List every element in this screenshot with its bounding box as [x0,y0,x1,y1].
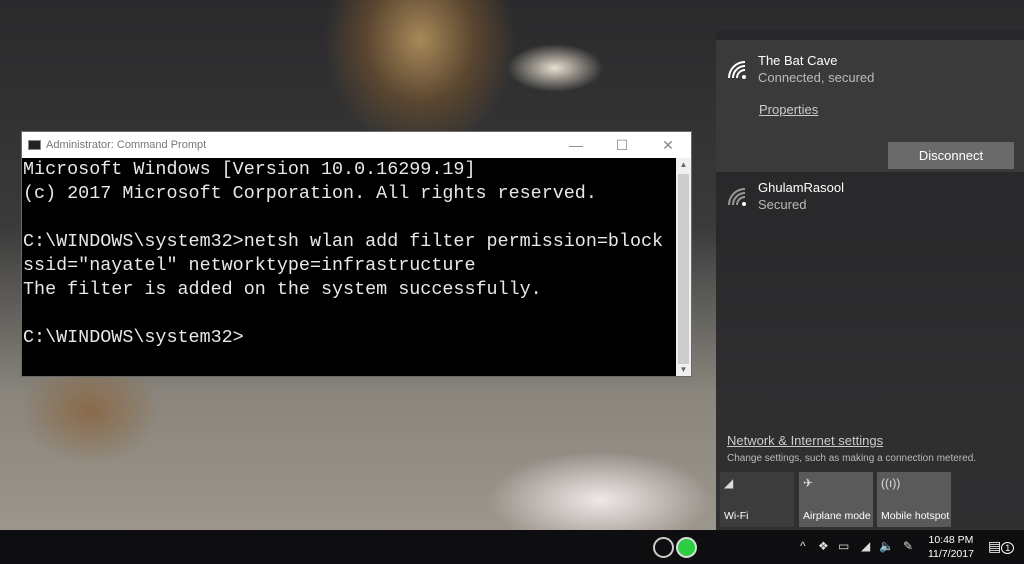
mobile-hotspot-tile[interactable]: ((ı)) Mobile hotspot [877,472,951,527]
timer-icon[interactable] [653,537,674,558]
dropbox-icon[interactable]: ❖ [818,539,829,553]
window-title: Administrator: Command Prompt [46,139,207,151]
close-button[interactable]: ✕ [645,137,691,154]
scroll-down-icon[interactable]: ▼ [676,365,691,374]
date: 11/7/2017 [928,548,974,560]
volume-icon[interactable]: 🔈 [879,539,894,553]
console-output[interactable]: Microsoft Windows [Version 10.0.16299.19… [22,158,676,376]
clock[interactable]: 10:48 PM 11/7/2017 [928,533,974,561]
tile-label: Mobile hotspot [881,510,950,522]
properties-link[interactable]: Properties [759,102,818,117]
scroll-up-icon[interactable]: ▲ [676,160,691,169]
network-item[interactable]: GhulamRasool Secured [726,180,844,212]
minimize-button[interactable]: — [553,137,599,154]
progress-icon[interactable] [676,537,697,558]
network-name: The Bat Cave [758,53,838,68]
command-prompt-window[interactable]: Administrator: Command Prompt — ☐ ✕ Micr… [21,131,692,377]
pen-icon[interactable]: ✎ [903,539,913,553]
console-line: (c) 2017 Microsoft Corporation. All righ… [23,183,597,204]
console-line: The filter is added on the system succes… [23,279,542,300]
time: 10:48 PM [928,534,974,546]
wifi-icon[interactable]: ◢ [861,539,870,553]
battery-icon[interactable]: ▭ [838,539,849,553]
maximize-button[interactable]: ☐ [599,137,645,154]
console-line: C:\WINDOWS\system32>netsh wlan add filte… [23,231,664,252]
settings-description: Change settings, such as making a connec… [727,453,977,464]
tile-label: Airplane mode [803,510,871,522]
tile-label: Wi-Fi [724,510,749,522]
console-line: ssid="nayatel" networktype=infrastructur… [23,255,476,276]
wifi-icon [728,188,746,206]
wifi-icon [728,61,746,79]
network-status: Secured [758,197,807,212]
console-line: Microsoft Windows [Version 10.0.16299.19… [23,159,476,180]
network-settings-link[interactable]: Network & Internet settings [727,433,883,448]
wifi-icon: ◢ [724,476,734,490]
network-name: GhulamRasool [758,180,844,195]
wifi-tile[interactable]: ◢ Wi-Fi [720,472,794,527]
taskbar: ^ ❖ ▭ ◢ 🔈 ✎ 10:48 PM 11/7/2017 ▤ 1 [0,530,1024,564]
disconnect-button[interactable]: Disconnect [888,142,1014,169]
airplane-icon: ✈ [803,476,814,490]
hotspot-icon: ((ı)) [881,476,901,490]
console-prompt: C:\WINDOWS\system32> [23,327,244,348]
scroll-thumb[interactable] [678,174,689,364]
notification-count: 1 [1001,542,1015,554]
network-status: Connected, secured [758,70,875,85]
cmd-icon [28,140,41,150]
airplane-mode-tile[interactable]: ✈ Airplane mode [799,472,873,527]
action-center-icon[interactable]: ▤ 1 [988,538,1015,555]
connected-network[interactable]: The Bat Cave Connected, secured Properti… [716,40,1024,172]
scrollbar[interactable]: ▲ ▼ [676,158,691,376]
chevron-up-icon[interactable]: ^ [800,539,806,553]
title-bar[interactable]: Administrator: Command Prompt — ☐ ✕ [22,132,691,158]
network-flyout: The Bat Cave Connected, secured Properti… [716,30,1024,530]
